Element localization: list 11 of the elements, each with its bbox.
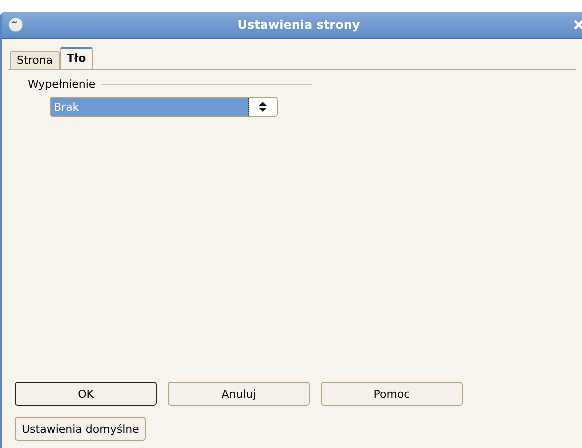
section-label: Wypełnienie xyxy=(28,78,96,91)
dialog-button[interactable]: OK xyxy=(15,382,157,406)
tab[interactable]: Tło xyxy=(60,47,94,69)
dialog-button[interactable]: Pomoc xyxy=(321,382,463,406)
dialog-button[interactable]: Anuluj xyxy=(168,382,310,406)
close-icon[interactable] xyxy=(574,20,582,30)
defaults-button[interactable]: Ustawienia domyślne xyxy=(15,417,146,441)
app-icon xyxy=(8,17,24,33)
window-title: Ustawienia strony xyxy=(236,18,362,32)
tab[interactable]: Strona xyxy=(10,51,60,69)
up-down-arrows-icon xyxy=(258,101,268,113)
